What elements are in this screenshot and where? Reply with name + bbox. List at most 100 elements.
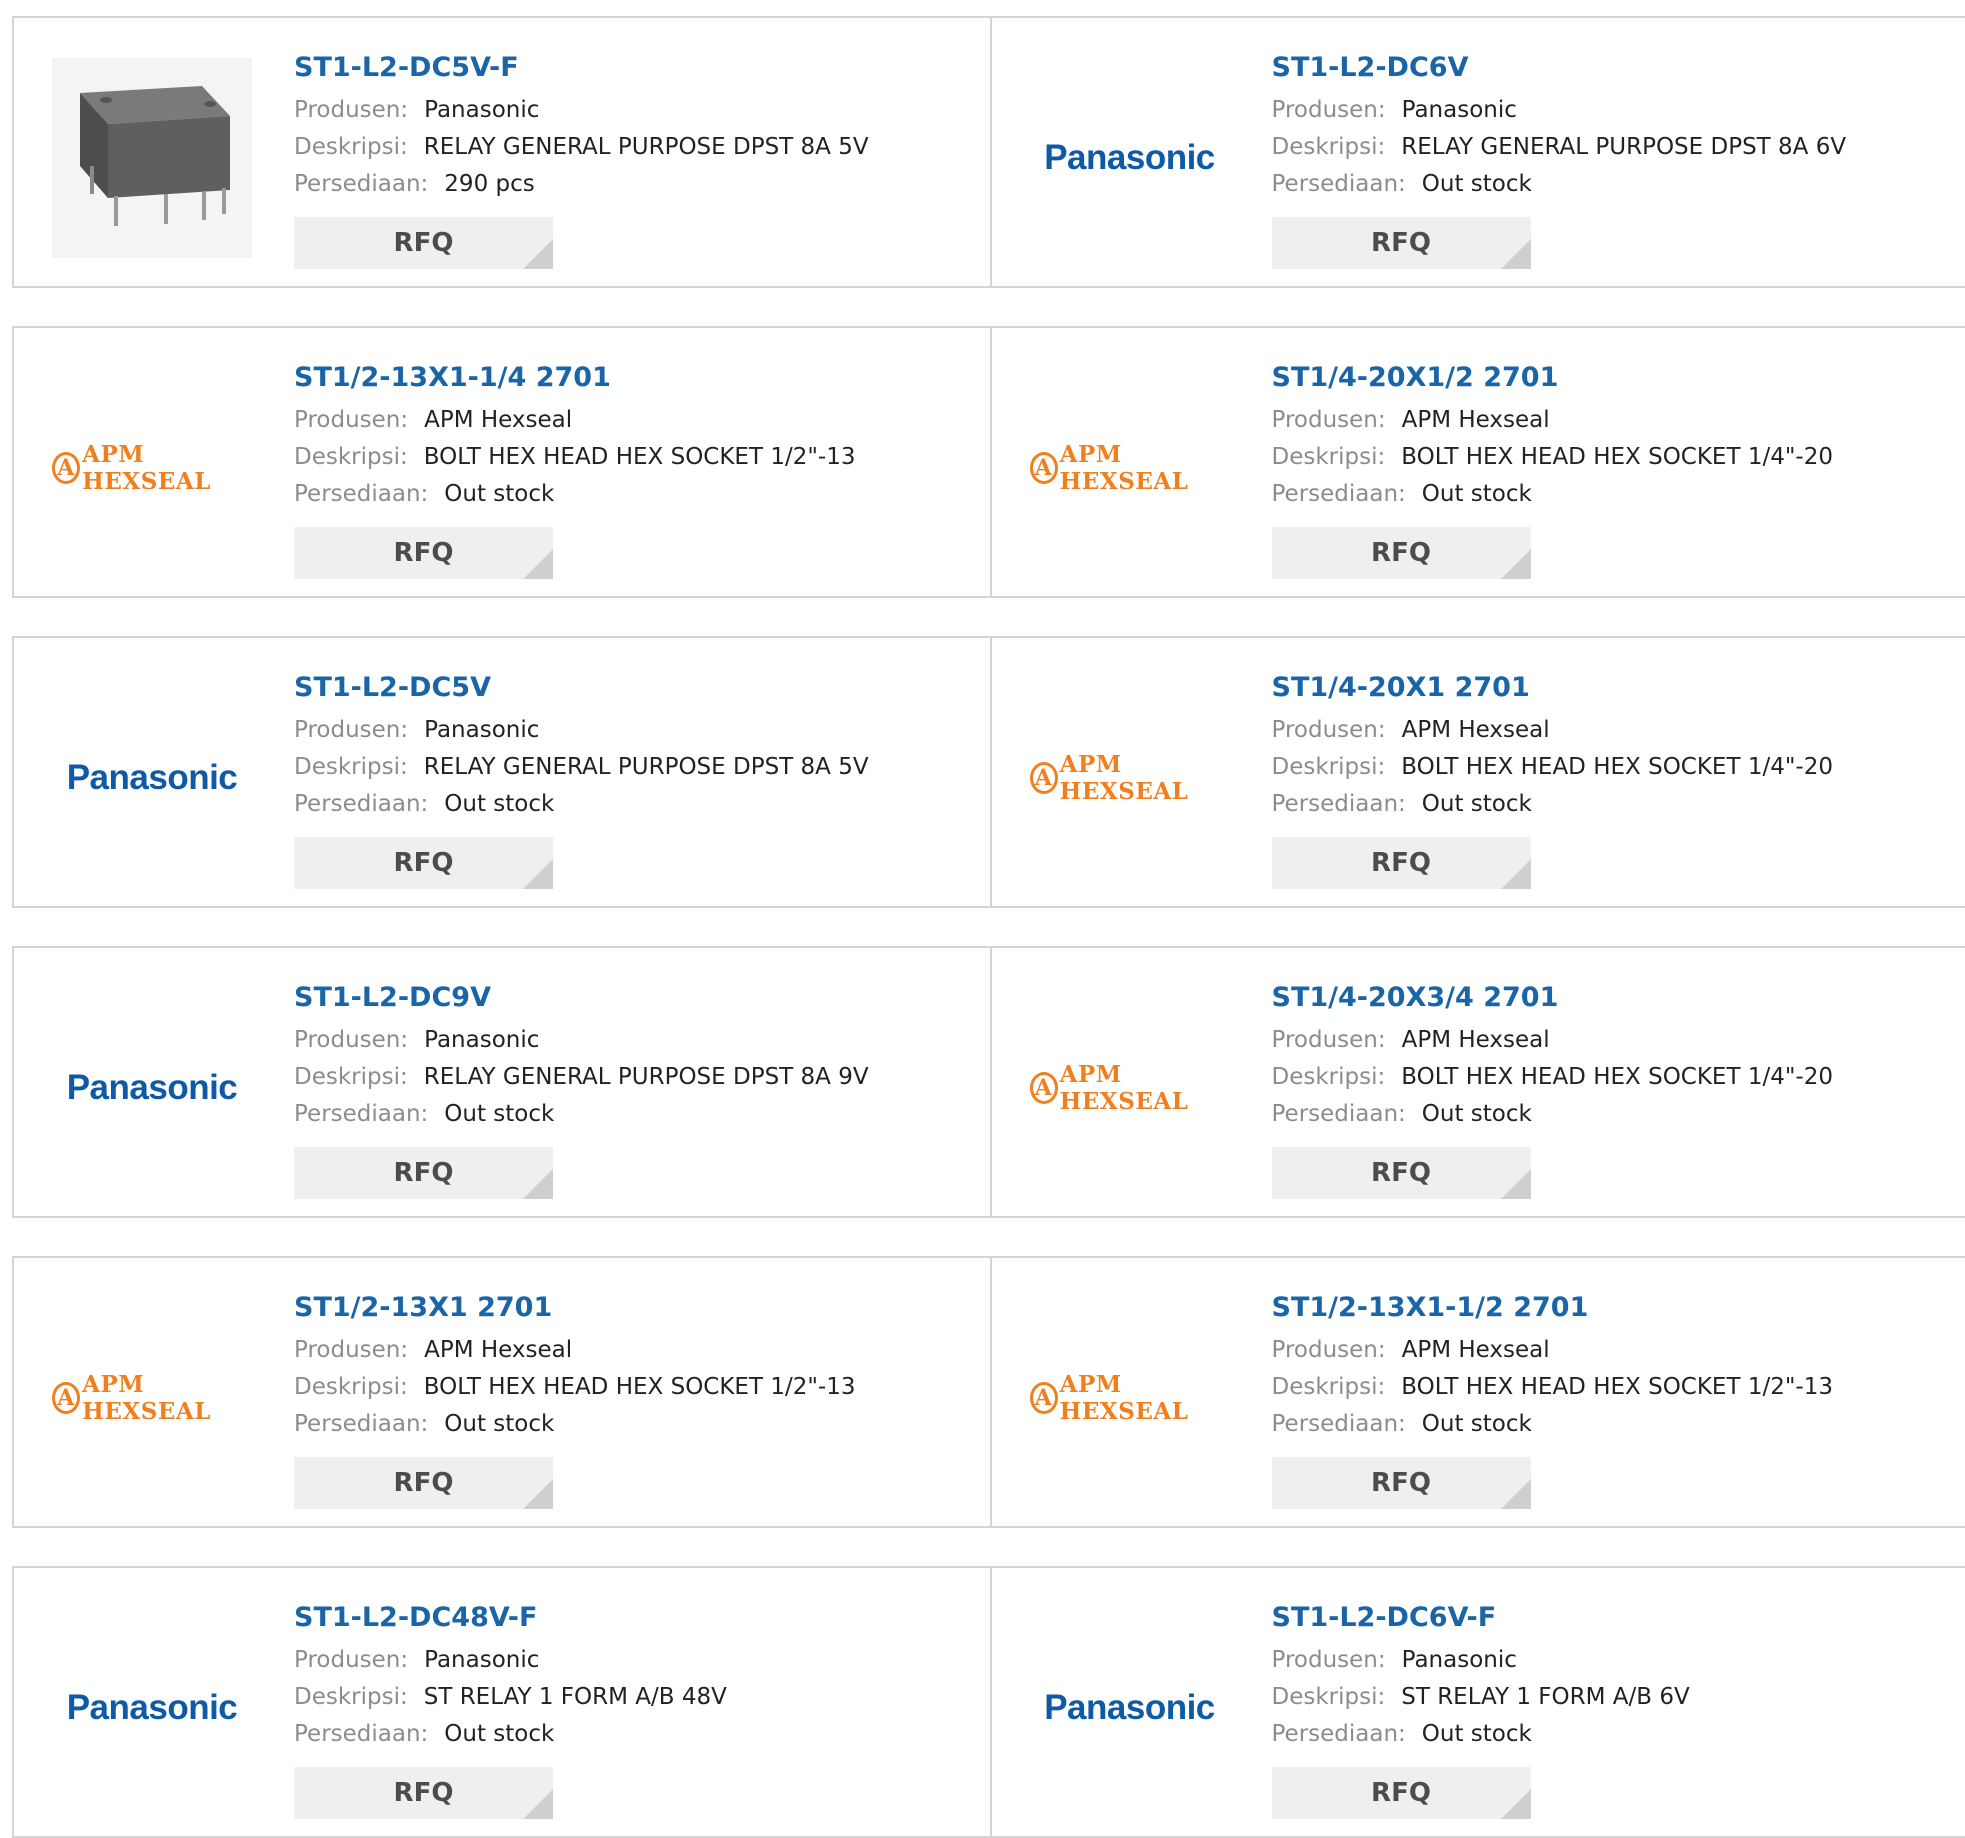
stock-label: Persediaan: (294, 1721, 428, 1747)
rfq-button[interactable]: RFQ (294, 527, 553, 579)
corner-triangle-icon (1501, 1169, 1531, 1199)
product-info: ST1-L2-DC6VProdusen:PanasonicDeskripsi:R… (1272, 48, 1847, 269)
product-image[interactable]: AAPM HEXSEAL (52, 368, 252, 568)
rfq-button[interactable]: RFQ (1272, 217, 1531, 269)
description-label: Deskripsi: (294, 754, 408, 780)
product-info: ST1/4-20X3/4 2701 Produsen:APM HexsealDes… (1272, 978, 1834, 1199)
rfq-button[interactable]: RFQ (294, 1767, 553, 1819)
description-row: Deskripsi:RELAY GENERAL PURPOSE DPST 8A … (1272, 129, 1847, 166)
rfq-button-label: RFQ (1371, 538, 1431, 568)
rfq-button[interactable]: RFQ (294, 837, 553, 889)
product-image[interactable]: Panasonic (52, 1608, 252, 1808)
description-value: BOLT HEX HEAD HEX SOCKET 1/4"-20 (1401, 444, 1833, 470)
description-row: Deskripsi:RELAY GENERAL PURPOSE DPST 8A … (294, 1059, 869, 1096)
stock-row: Persediaan:Out stock (1272, 1406, 1834, 1443)
part-number-link[interactable]: ST1/2-13X1-1/2 2701 (1272, 1288, 1834, 1328)
manufacturer-label: Produsen: (1272, 1337, 1386, 1363)
product-image[interactable]: AAPM HEXSEAL (52, 1298, 252, 1498)
rfq-button[interactable]: RFQ (1272, 1767, 1531, 1819)
rfq-button[interactable]: RFQ (1272, 1457, 1531, 1509)
stock-value: Out stock (1422, 171, 1532, 197)
part-number-link[interactable]: ST1/2-13X1-1/4 2701 (294, 358, 856, 398)
manufacturer-label: Produsen: (294, 407, 408, 433)
manufacturer-value: Panasonic (1402, 1647, 1517, 1673)
part-number-link[interactable]: ST1-L2-DC5V-F (294, 48, 869, 88)
stock-label: Persediaan: (294, 1101, 428, 1127)
part-number-link[interactable]: ST1-L2-DC6V (1272, 48, 1847, 88)
panasonic-logo: Panasonic (1044, 138, 1215, 178)
product-card: AAPM HEXSEALST1/4-20X1 2701Produsen:APM … (990, 638, 1965, 906)
rfq-button[interactable]: RFQ (294, 217, 553, 269)
corner-triangle-icon (523, 1789, 553, 1819)
part-number-link[interactable]: ST1-L2-DC48V-F (294, 1598, 727, 1638)
product-card: ST1-L2-DC5V-FProdusen:PanasonicDeskripsi… (14, 18, 990, 286)
rfq-button[interactable]: RFQ (294, 1147, 553, 1199)
product-image[interactable] (52, 58, 252, 258)
rfq-button-label: RFQ (1371, 1468, 1431, 1498)
product-image[interactable]: Panasonic (52, 678, 252, 878)
rfq-button-label: RFQ (1371, 848, 1431, 878)
product-image[interactable]: AAPM HEXSEAL (1030, 678, 1230, 878)
product-image[interactable]: Panasonic (52, 988, 252, 1188)
product-grid: ST1-L2-DC5V-FProdusen:PanasonicDeskripsi… (0, 0, 1965, 1838)
description-value: RELAY GENERAL PURPOSE DPST 8A 5V (424, 754, 869, 780)
manufacturer-value: Panasonic (424, 1027, 539, 1053)
part-number-link[interactable]: ST1/4-20X1/2 2701 (1272, 358, 1834, 398)
description-label: Deskripsi: (294, 134, 408, 160)
stock-label: Persediaan: (294, 481, 428, 507)
description-value: RELAY GENERAL PURPOSE DPST 8A 9V (424, 1064, 869, 1090)
rfq-button[interactable]: RFQ (294, 1457, 553, 1509)
product-card: Panasonic ST1-L2-DC6V-F Produsen:Panasonic… (990, 1568, 1965, 1836)
stock-row: Persediaan:Out stock (294, 786, 869, 823)
product-info: ST1-L2-DC5VProdusen:PanasonicDeskripsi:R… (294, 668, 869, 889)
manufacturer-value: APM Hexseal (1402, 407, 1550, 433)
product-card: PanasonicST1-L2-DC9VProdusen:PanasonicDe… (14, 948, 990, 1216)
stock-row: Persediaan:Out stock (1272, 1096, 1834, 1133)
corner-triangle-icon (1501, 239, 1531, 269)
product-info: ST1-L2-DC48V-FProdusen:PanasonicDeskrips… (294, 1598, 727, 1819)
description-row: Deskripsi:BOLT HEX HEAD HEX SOCKET 1/4"-… (1272, 439, 1834, 476)
rfq-button-label: RFQ (1371, 1778, 1431, 1808)
manufacturer-row: Produsen:Panasonic (1272, 1642, 1690, 1679)
manufacturer-label: Produsen: (1272, 407, 1386, 433)
corner-triangle-icon (523, 1479, 553, 1509)
stock-row: Persediaan:Out stock (294, 1406, 856, 1443)
product-image[interactable]: AAPM HEXSEAL (1030, 368, 1230, 568)
part-number-link[interactable]: ST1/4-20X3/4 2701 (1272, 978, 1834, 1018)
manufacturer-row: Produsen:APM Hexseal (1272, 1022, 1834, 1059)
product-card: AAPM HEXSEAL ST1/2-13X1-1/4 2701 Produsen:… (14, 328, 990, 596)
part-number-link[interactable]: ST1-L2-DC9V (294, 978, 869, 1018)
manufacturer-value: Panasonic (424, 1647, 539, 1673)
rfq-button[interactable]: RFQ (1272, 1147, 1531, 1199)
product-image[interactable]: AAPM HEXSEAL (1030, 1298, 1230, 1498)
manufacturer-row: Produsen: APM Hexseal (1272, 402, 1834, 439)
stock-row: Persediaan:Out stock (294, 476, 856, 513)
description-value: RELAY GENERAL PURPOSE DPST 8A 6V (1401, 134, 1846, 160)
panasonic-logo: Panasonic (67, 1068, 238, 1108)
product-card: AAPM HEXSEAL ST1/4-20X3/4 2701 Produsen:AP… (990, 948, 1965, 1216)
description-row: Deskripsi:BOLT HEX HEAD HEX SOCKET 1/4"-… (1272, 1059, 1834, 1096)
description-row: Deskripsi:RELAY GENERAL PURPOSE DPST 8A … (294, 129, 869, 166)
rfq-button[interactable]: RFQ (1272, 527, 1531, 579)
product-card: AAPM HEXSEALST1/2-13X1 2701Produsen:APM … (14, 1258, 990, 1526)
product-info: ST1-L2-DC6V-FProdusen:PanasonicDeskripsi… (1272, 1598, 1690, 1819)
part-number-link[interactable]: ST1-L2-DC5V (294, 668, 869, 708)
description-row: Deskripsi:BOLT HEX HEAD HEX SOCKET 1/2"-… (294, 439, 856, 476)
panasonic-logo: Panasonic (67, 758, 238, 798)
product-image[interactable]: Panasonic (1030, 1608, 1230, 1808)
manufacturer-label: Produsen: (294, 97, 408, 123)
corner-triangle-icon (523, 859, 553, 889)
manufacturer-label: Produsen: (1272, 1027, 1386, 1053)
product-image[interactable]: Panasonic (1030, 58, 1230, 258)
apm-ring-icon: A (52, 1382, 80, 1414)
part-number-link[interactable]: ST1/2-13X1 2701 (294, 1288, 856, 1328)
part-number-link[interactable]: ST1/4-20X1 2701 (1272, 668, 1834, 708)
corner-triangle-icon (1501, 1479, 1531, 1509)
rfq-button-label: RFQ (394, 228, 454, 258)
manufacturer-row: Produsen:Panasonic (294, 1642, 727, 1679)
product-row: ST1-L2-DC5V-F Produsen: Panasonic Deskripsi… (12, 16, 1965, 288)
part-number-link[interactable]: ST1-L2-DC6V-F (1272, 1598, 1690, 1638)
stock-label: Persediaan: (1272, 481, 1406, 507)
product-image[interactable]: AAPM HEXSEAL (1030, 988, 1230, 1188)
rfq-button[interactable]: RFQ (1272, 837, 1531, 889)
